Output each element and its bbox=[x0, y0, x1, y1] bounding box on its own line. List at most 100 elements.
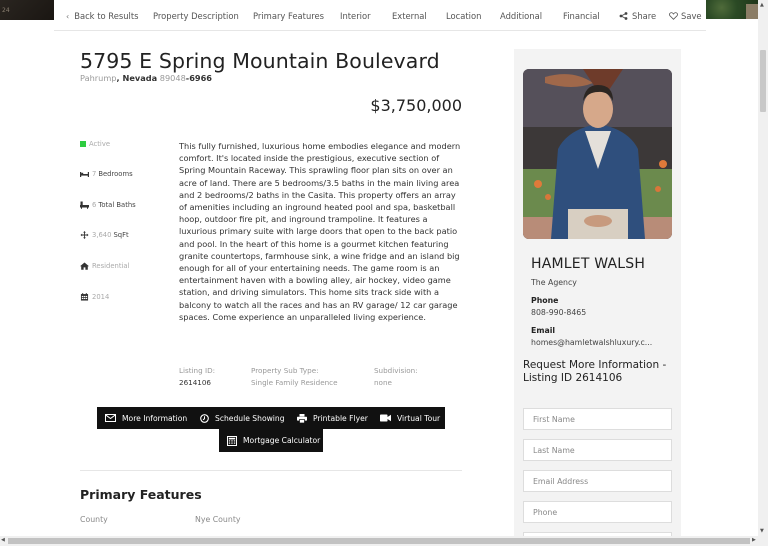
agent-email-link[interactable]: homes@hamletwalshluxury.c... bbox=[531, 338, 652, 347]
feature-value: Nye County bbox=[195, 515, 241, 524]
section-divider bbox=[80, 470, 462, 471]
zip-ext: -6966 bbox=[185, 73, 212, 83]
baths-count: 6 bbox=[92, 201, 97, 209]
more-information-button[interactable]: More Information bbox=[105, 407, 187, 429]
heart-icon bbox=[669, 12, 678, 20]
calculator-icon bbox=[227, 435, 237, 446]
agent-sidebar: HAMLET WALSH The Agency Phone 808-990-84… bbox=[514, 49, 681, 546]
back-label: Back to Results bbox=[74, 11, 139, 21]
feature-label: County bbox=[80, 515, 108, 524]
meta-sub-type: Property Sub Type: Single Family Residen… bbox=[251, 365, 338, 389]
nav-location[interactable]: Location bbox=[446, 11, 481, 21]
meta-label: Property Sub Type: bbox=[251, 366, 319, 375]
horizontal-scrollbar[interactable]: ◀ ▶ bbox=[0, 536, 768, 546]
sqft-label: SqFt bbox=[113, 231, 129, 239]
back-to-results-link[interactable]: ‹ Back to Results bbox=[66, 11, 139, 21]
bedrooms-count: 7 bbox=[92, 170, 97, 178]
action-bar: More Information Schedule Showing Printa… bbox=[97, 407, 445, 429]
printable-flyer-button[interactable]: Printable Flyer bbox=[297, 407, 368, 429]
fact-status: Active bbox=[80, 140, 110, 148]
printer-icon bbox=[297, 413, 307, 423]
chevron-left-icon: ‹ bbox=[66, 12, 70, 21]
city: Pahrump bbox=[80, 73, 117, 83]
agent-phone-link[interactable]: 808-990-8465 bbox=[531, 308, 586, 317]
photo-caption: 24 bbox=[2, 7, 10, 14]
save-label: Save bbox=[681, 11, 702, 21]
arrows-move-icon bbox=[80, 231, 89, 239]
scroll-up-arrow-icon[interactable]: ▲ bbox=[760, 2, 764, 8]
nav-additional[interactable]: Additional bbox=[500, 11, 542, 21]
agent-name: HAMLET WALSH bbox=[531, 256, 646, 272]
agent-phone-label: Phone bbox=[531, 296, 559, 305]
meta-value: Single Family Residence bbox=[251, 378, 338, 387]
email-address-input[interactable] bbox=[523, 470, 672, 492]
agent-email-label: Email bbox=[531, 326, 556, 335]
schedule-showing-button[interactable]: Schedule Showing bbox=[200, 407, 285, 429]
baths-label: Total Baths bbox=[98, 201, 136, 209]
video-camera-icon bbox=[380, 414, 391, 422]
property-description: This fully furnished, luxurious home emb… bbox=[179, 141, 461, 322]
scroll-down-arrow-icon[interactable]: ▼ bbox=[760, 528, 764, 534]
first-name-input[interactable] bbox=[523, 408, 672, 430]
mortgage-calculator-button[interactable]: Mortgage Calculator bbox=[219, 429, 323, 452]
request-info-heading: Request More Information - Listing ID 26… bbox=[523, 359, 667, 384]
nav-property-description[interactable]: Property Description bbox=[153, 11, 239, 21]
meta-value: 2614106 bbox=[179, 378, 212, 387]
calendar-icon bbox=[80, 293, 89, 301]
envelope-icon bbox=[105, 414, 116, 422]
schedule-showing-label: Schedule Showing bbox=[215, 413, 285, 423]
printable-flyer-label: Printable Flyer bbox=[313, 413, 368, 423]
phone-input[interactable] bbox=[523, 501, 672, 523]
listing-address-title: 5795 E Spring Mountain Boulevard bbox=[80, 49, 440, 73]
nav-external[interactable]: External bbox=[392, 11, 427, 21]
save-button[interactable]: Save bbox=[669, 11, 702, 21]
meta-subdivision: Subdivision: none bbox=[374, 365, 418, 389]
vertical-scroll-thumb[interactable] bbox=[760, 50, 766, 112]
agent-company: The Agency bbox=[531, 278, 577, 287]
gallery-photo-left[interactable]: 24 bbox=[0, 0, 54, 20]
zip: 89048 bbox=[159, 73, 186, 83]
share-label: Share bbox=[632, 11, 657, 21]
listing-price: $3,750,000 bbox=[370, 96, 462, 115]
share-icon bbox=[619, 12, 628, 20]
clock-icon bbox=[200, 413, 209, 423]
mortgage-calculator-label: Mortgage Calculator bbox=[243, 436, 321, 445]
nav-primary-features[interactable]: Primary Features bbox=[253, 11, 324, 21]
share-button[interactable]: Share bbox=[619, 11, 656, 21]
last-name-input[interactable] bbox=[523, 439, 672, 461]
fact-sqft: 3,640 SqFt bbox=[80, 231, 129, 239]
agent-photo bbox=[523, 69, 672, 239]
state: Nevada bbox=[122, 73, 158, 83]
meta-label: Listing ID: bbox=[179, 366, 216, 375]
meta-listing-id: Listing ID: 2614106 bbox=[179, 365, 215, 389]
top-navigation: ‹ Back to Results Property Description Pr… bbox=[54, 0, 706, 31]
listing-location: Pahrump, Nevada 89048-6966 bbox=[80, 73, 212, 83]
home-icon bbox=[80, 262, 89, 270]
vertical-scrollbar[interactable]: ▲ ▼ bbox=[758, 0, 768, 536]
fact-baths: 6 Total Baths bbox=[80, 201, 136, 209]
fact-bedrooms: 7 Bedrooms bbox=[80, 170, 133, 178]
year-built: 2014 bbox=[92, 293, 110, 301]
sqft-value: 3,640 bbox=[92, 231, 112, 239]
meta-value: none bbox=[374, 378, 392, 387]
meta-label: Subdivision: bbox=[374, 366, 418, 375]
horizontal-scroll-thumb[interactable] bbox=[8, 538, 750, 544]
scroll-left-arrow-icon[interactable]: ◀ bbox=[1, 537, 5, 543]
property-type: Residential bbox=[92, 262, 130, 270]
nav-financial[interactable]: Financial bbox=[563, 11, 600, 21]
status-text: Active bbox=[89, 140, 111, 148]
more-information-label: More Information bbox=[122, 413, 188, 423]
scroll-right-arrow-icon[interactable]: ▶ bbox=[752, 537, 756, 543]
status-indicator-icon bbox=[80, 141, 86, 147]
primary-features-heading: Primary Features bbox=[80, 487, 202, 502]
agent-portrait-image bbox=[523, 69, 672, 239]
nav-interior[interactable]: Interior bbox=[340, 11, 371, 21]
bed-icon bbox=[80, 172, 89, 177]
virtual-tour-label: Virtual Tour bbox=[397, 413, 441, 423]
virtual-tour-button[interactable]: Virtual Tour bbox=[380, 407, 440, 429]
bath-icon bbox=[80, 201, 89, 209]
bedrooms-label: Bedrooms bbox=[98, 170, 133, 178]
fact-year: 2014 bbox=[80, 293, 109, 301]
fact-type: Residential bbox=[80, 262, 129, 270]
gallery-photo-right[interactable] bbox=[706, 0, 758, 19]
